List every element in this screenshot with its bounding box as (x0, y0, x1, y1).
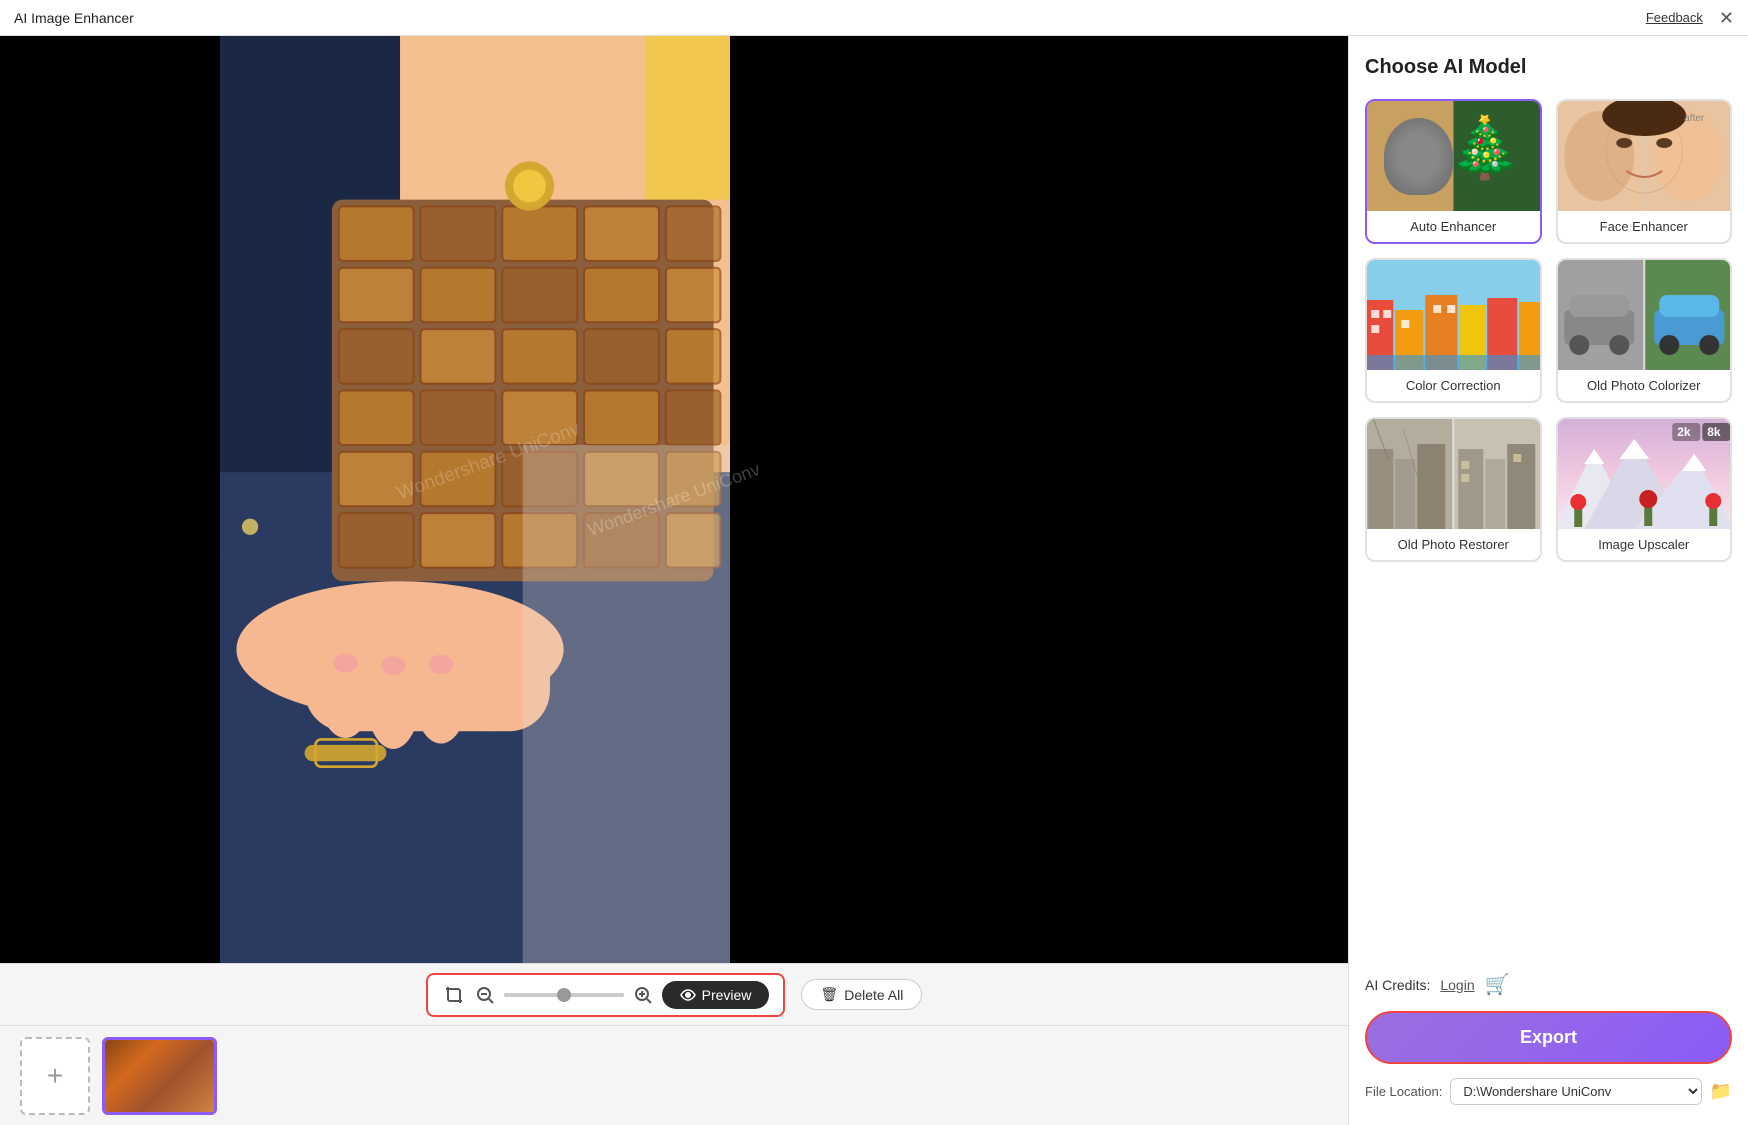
old-photo-restorer-label: Old Photo Restorer (1367, 529, 1540, 560)
model-thumb-auto-enhancer (1367, 101, 1540, 211)
color-correction-image (1367, 260, 1540, 370)
zoom-slider[interactable] (504, 993, 624, 997)
old-photo-restorer-image (1367, 419, 1540, 529)
trash-icon: 🗑 (820, 986, 838, 1003)
login-button[interactable]: Login (1440, 977, 1474, 993)
auto-enhancer-image (1367, 101, 1540, 211)
old-photo-colorizer-label: Old Photo Colorizer (1558, 370, 1731, 401)
model-card-auto-enhancer[interactable]: Auto Enhancer (1365, 99, 1542, 244)
open-folder-button[interactable]: 📁 (1710, 1081, 1732, 1102)
image-upscaler-label: Image Upscaler (1558, 529, 1731, 560)
model-thumb-color-correction (1367, 260, 1540, 370)
model-card-old-photo-colorizer[interactable]: Old Photo Colorizer (1556, 258, 1733, 403)
delete-label: Delete All (844, 987, 903, 1003)
preview-button[interactable]: Preview (662, 981, 770, 1009)
image-upscaler-image: 8k 2k (1558, 419, 1731, 529)
file-location-label: File Location: (1365, 1084, 1442, 1099)
auto-enhancer-label: Auto Enhancer (1367, 211, 1540, 242)
main-photo-svg: Wondershare UniConv (220, 36, 730, 963)
model-card-face-enhancer[interactable]: after Face Enhancer (1556, 99, 1733, 244)
svg-text:2k: 2k (1677, 425, 1691, 439)
color-correction-label: Color Correction (1367, 370, 1540, 401)
svg-text:after: after (1684, 113, 1705, 124)
filmstrip: + (0, 1025, 1348, 1125)
feedback-link[interactable]: Feedback (1646, 10, 1703, 25)
toolbar-controls-group: Preview (426, 973, 786, 1017)
delete-all-button[interactable]: 🗑 Delete All (801, 979, 922, 1010)
bottom-toolbar: Preview 🗑 Delete All (0, 963, 1348, 1025)
app-title: AI Image Enhancer (14, 10, 134, 26)
face-enhancer-label: Face Enhancer (1558, 211, 1731, 242)
filmstrip-thumbnail-1[interactable] (102, 1037, 217, 1115)
model-thumb-image-upscaler: 8k 2k (1558, 419, 1731, 529)
add-icon: + (47, 1060, 63, 1092)
panel-title: Choose AI Model (1365, 56, 1732, 79)
thumb-image-1 (105, 1040, 214, 1112)
titlebar: AI Image Enhancer Feedback ✕ (0, 0, 1748, 36)
image-viewport: Wondershare UniConv Wondershare UniConv (0, 36, 1348, 963)
zoom-out-button[interactable] (474, 984, 496, 1006)
model-thumb-face-enhancer: after (1558, 101, 1731, 211)
model-grid: Auto Enhancer (1365, 99, 1732, 562)
export-button[interactable]: Export (1365, 1011, 1732, 1064)
model-thumb-old-photo-colorizer (1558, 260, 1731, 370)
cart-icon[interactable]: 🛒 (1485, 972, 1510, 997)
svg-text:8k: 8k (1707, 425, 1721, 439)
ai-credits-row: AI Credits: Login 🛒 (1365, 972, 1732, 997)
right-panel: Choose AI Model Auto Enhancer (1348, 36, 1748, 1125)
model-thumb-old-photo-restorer (1367, 419, 1540, 529)
titlebar-actions: Feedback ✕ (1646, 9, 1734, 27)
model-card-color-correction[interactable]: Color Correction (1365, 258, 1542, 403)
close-button[interactable]: ✕ (1719, 9, 1734, 27)
main-layout: Wondershare UniConv Wondershare UniConv (0, 36, 1748, 1125)
file-location-row: File Location: D:\Wondershare UniConv 📁 (1365, 1078, 1732, 1105)
ai-credits-label: AI Credits: (1365, 977, 1430, 993)
panel-bottom: AI Credits: Login 🛒 Export File Location… (1365, 972, 1732, 1105)
model-card-image-upscaler[interactable]: 8k 2k Image Upscaler (1556, 417, 1733, 562)
photo-wrapper: Wondershare UniConv Wondershare UniConv (0, 36, 1348, 963)
file-location-select[interactable]: D:\Wondershare UniConv (1450, 1078, 1701, 1105)
crop-tool-button[interactable] (442, 983, 466, 1007)
model-card-old-photo-restorer[interactable]: Old Photo Restorer (1365, 417, 1542, 562)
add-image-button[interactable]: + (20, 1037, 90, 1115)
canvas-area: Wondershare UniConv Wondershare UniConv (0, 36, 1348, 1125)
preview-label: Preview (702, 987, 752, 1003)
face-enhancer-image: after (1558, 101, 1731, 211)
old-photo-colorizer-image (1558, 260, 1731, 370)
zoom-in-button[interactable] (632, 984, 654, 1006)
